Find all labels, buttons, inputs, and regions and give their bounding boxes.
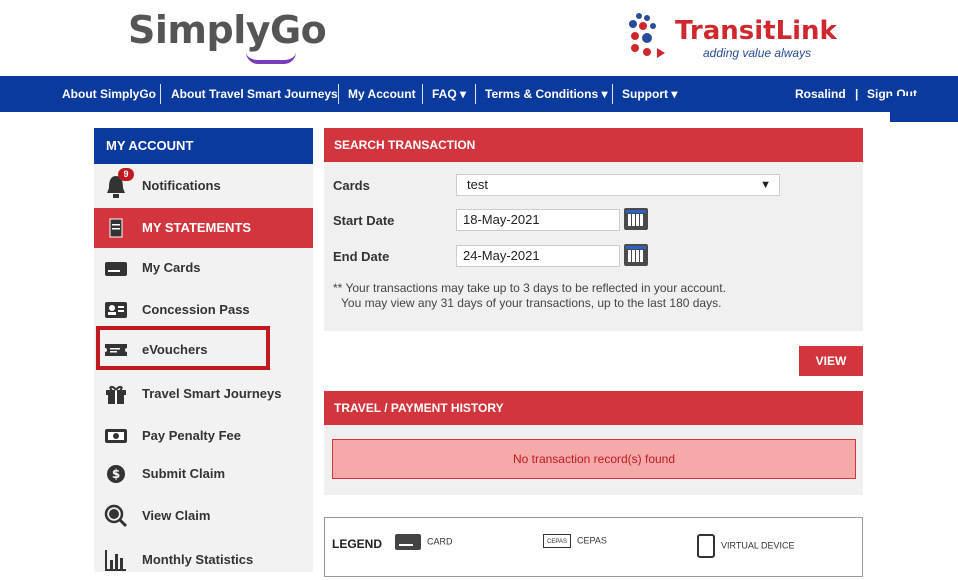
search-dollar-icon xyxy=(104,504,128,528)
transaction-note-1: ** Your transactions may take up to 3 da… xyxy=(333,281,726,295)
nav-separator xyxy=(475,84,476,104)
legend-label: CARD xyxy=(427,536,453,547)
notification-badge: 9 xyxy=(118,168,134,181)
history-panel-title: TRAVEL / PAYMENT HISTORY xyxy=(324,391,863,425)
transaction-note-2: You may view any 31 days of your transac… xyxy=(341,296,722,310)
legend-item-card: CARD xyxy=(395,534,453,550)
cards-select-value: test xyxy=(467,177,488,192)
start-date-label: Start Date xyxy=(333,213,395,228)
transitlink-logo[interactable]: TransitLink adding value always xyxy=(617,10,837,60)
nav-user-name[interactable]: Rosalind xyxy=(795,87,846,101)
search-transaction-panel: SEARCH TRANSACTION Cards test ▼ Start Da… xyxy=(324,128,863,331)
legend-item-cepas: CEPAS CEPAS xyxy=(543,534,607,548)
chevron-down-icon: ▼ xyxy=(760,179,771,191)
nav-support[interactable]: Support ▾ xyxy=(622,87,677,101)
bell-icon: 9 xyxy=(104,168,134,198)
sidebar-item-travel-smart[interactable]: Travel Smart Journeys xyxy=(94,374,313,414)
navbar-extension xyxy=(890,96,958,122)
simplygo-logo-text: SimplyGo xyxy=(128,8,327,52)
start-date-input[interactable]: 18-May-2021 xyxy=(456,209,620,231)
statement-icon xyxy=(104,216,128,240)
sidebar-item-label: My Cards xyxy=(142,260,201,275)
bar-chart-icon xyxy=(104,548,128,572)
sidebar-item-label: View Claim xyxy=(142,508,211,523)
card-icon xyxy=(395,534,421,550)
sidebar-item-notifications[interactable]: 9 Notifications xyxy=(94,166,313,206)
sidebar-item-view-claim[interactable]: View Claim xyxy=(94,496,313,536)
legend-label: CEPAS xyxy=(577,535,607,546)
cepas-icon: CEPAS xyxy=(543,534,571,548)
no-records-alert: No transaction record(s) found xyxy=(332,439,856,479)
sidebar-title: MY ACCOUNT xyxy=(94,128,313,164)
sidebar-item-label: Notifications xyxy=(142,178,221,193)
nav-separator xyxy=(612,84,613,104)
sidebar-item-label: Travel Smart Journeys xyxy=(142,386,282,401)
end-date-calendar-icon[interactable] xyxy=(624,244,648,266)
transitlink-dots-icon xyxy=(629,13,665,58)
sidebar-item-label: MY STATEMENTS xyxy=(142,220,252,235)
voucher-icon xyxy=(104,338,128,362)
nav-separator xyxy=(338,84,339,104)
nav-divider: | xyxy=(855,87,859,101)
phone-device-icon xyxy=(697,534,715,558)
legend-label: VIRTUAL DEVICE xyxy=(721,540,795,551)
sidebar-item-my-cards[interactable]: My Cards xyxy=(94,248,313,288)
view-button[interactable]: VIEW xyxy=(799,346,863,376)
sidebar-item-evouchers[interactable]: eVouchers xyxy=(94,330,313,370)
end-date-label: End Date xyxy=(333,249,390,264)
end-date-input[interactable]: 24-May-2021 xyxy=(456,245,620,267)
nav-separator xyxy=(160,84,161,104)
sidebar-item-my-statements[interactable]: MY STATEMENTS xyxy=(94,208,313,248)
swoosh-icon xyxy=(246,52,296,64)
legend-item-virtual-device: VIRTUAL DEVICE xyxy=(697,534,795,558)
banknote-icon xyxy=(104,424,128,448)
cards-label: Cards xyxy=(333,178,370,193)
nav-separator xyxy=(422,84,423,104)
sidebar-item-label: Submit Claim xyxy=(142,466,226,481)
sidebar-item-concession-pass[interactable]: Concession Pass xyxy=(94,290,313,330)
sidebar: MY ACCOUNT 9 Notifications MY STATEMENTS… xyxy=(94,128,313,572)
card-icon xyxy=(104,256,128,280)
nav-my-account[interactable]: My Account xyxy=(348,87,416,101)
id-card-icon xyxy=(104,298,128,322)
start-date-calendar-icon[interactable] xyxy=(624,208,648,230)
top-navbar: About SimplyGo About Travel Smart Journe… xyxy=(0,76,958,112)
nav-about-simplygo[interactable]: About SimplyGo xyxy=(62,87,156,101)
transitlink-tagline: adding value always xyxy=(703,46,812,60)
gift-icon xyxy=(104,382,128,406)
sidebar-item-label: Monthly Statistics xyxy=(142,552,254,567)
legend-title: LEGEND xyxy=(332,537,383,551)
sidebar-item-label: Concession Pass xyxy=(142,302,250,317)
sidebar-item-monthly-stats[interactable]: Monthly Statistics xyxy=(94,540,313,580)
sidebar-item-label: eVouchers xyxy=(142,342,208,357)
dollar-coin-icon: $ xyxy=(104,462,128,486)
payment-history-panel: TRAVEL / PAYMENT HISTORY No transaction … xyxy=(324,391,863,495)
sidebar-item-submit-claim[interactable]: $ Submit Claim xyxy=(94,454,313,494)
sidebar-item-pay-penalty[interactable]: Pay Penalty Fee xyxy=(94,416,313,456)
legend-box: LEGEND CARD CEPAS CEPAS VIRTUAL DEVICE xyxy=(324,517,863,577)
search-panel-title: SEARCH TRANSACTION xyxy=(324,128,863,162)
svg-text:$: $ xyxy=(112,467,120,481)
sidebar-item-label: Pay Penalty Fee xyxy=(142,428,241,443)
nav-about-tsj[interactable]: About Travel Smart Journeys xyxy=(171,87,338,101)
nav-faq[interactable]: FAQ ▾ xyxy=(432,87,466,101)
cards-select[interactable]: test ▼ xyxy=(456,174,780,196)
nav-terms[interactable]: Terms & Conditions ▾ xyxy=(485,87,607,101)
simplygo-logo[interactable]: SimplyGo xyxy=(128,8,327,64)
transitlink-name: TransitLink xyxy=(675,16,837,46)
